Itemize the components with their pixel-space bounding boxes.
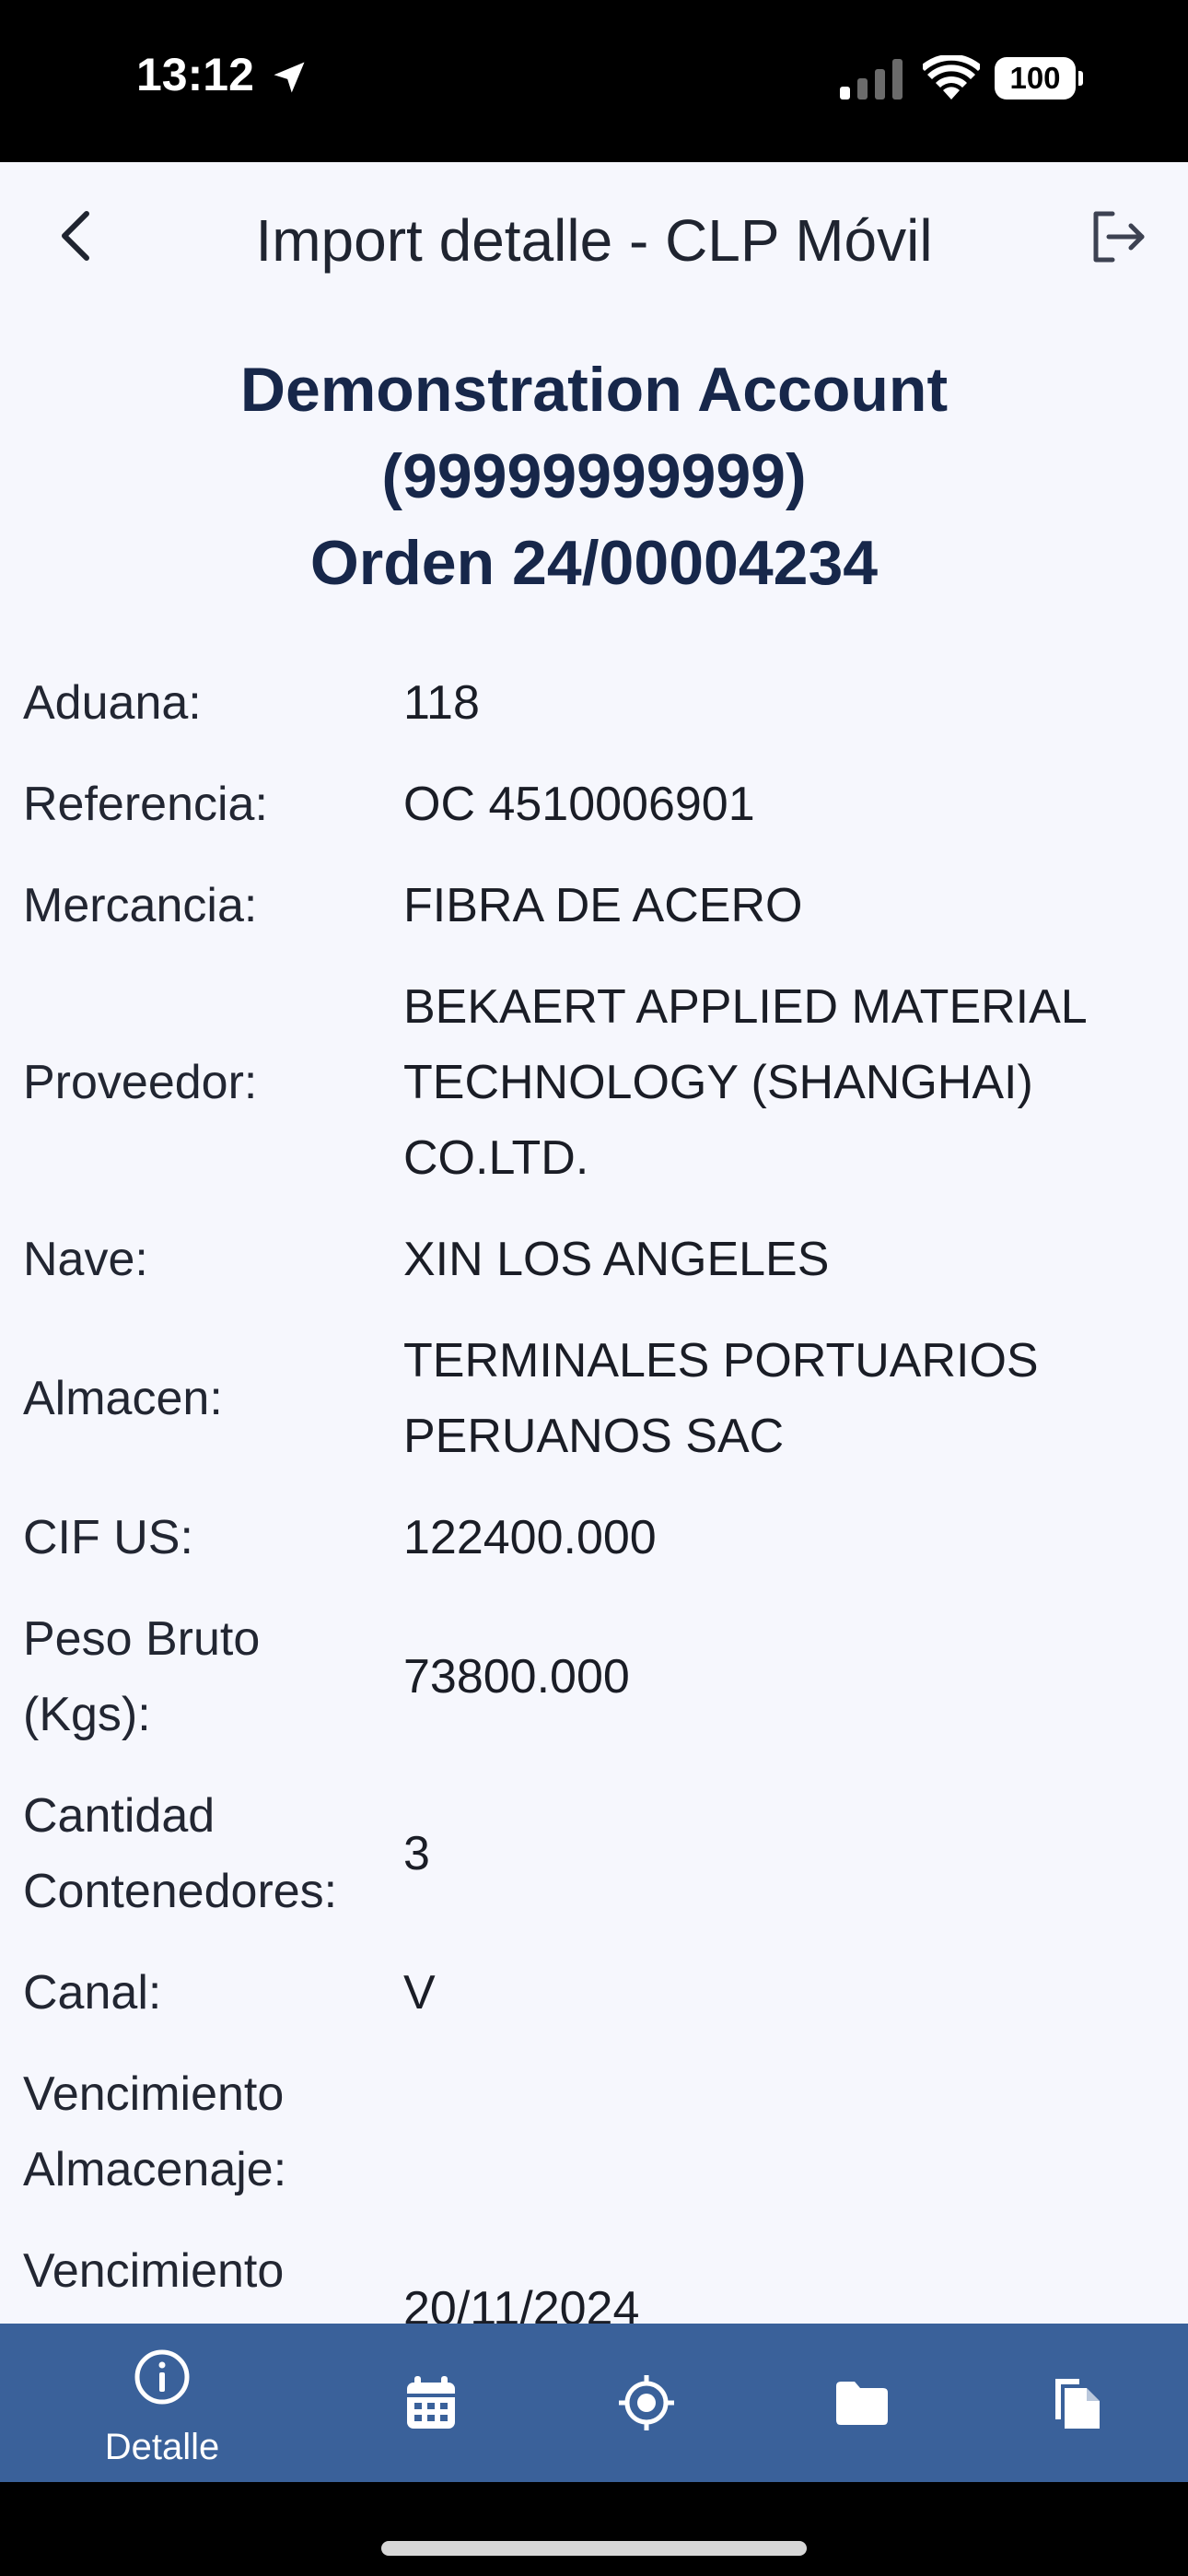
battery-indicator: 100 bbox=[995, 57, 1083, 100]
detail-value: FIBRA DE ACERO bbox=[403, 879, 803, 932]
detail-value: OC 4510006901 bbox=[403, 778, 755, 831]
status-time: 13:12 bbox=[136, 49, 254, 100]
detail-row-aduana: Aduana: 118 bbox=[0, 665, 1188, 741]
detail-value: 118 bbox=[403, 676, 480, 730]
detail-value: V bbox=[403, 1966, 436, 2020]
account-header: Demonstration Account (99999999999) Orde… bbox=[0, 346, 1188, 606]
nav-tab-label: Detalle bbox=[104, 2427, 220, 2467]
account-id: (99999999999) bbox=[381, 441, 807, 511]
detail-value: 20/11/2024 bbox=[403, 2282, 640, 2324]
detail-value: 3 bbox=[403, 1827, 430, 1880]
detail-row-nave: Nave: XIN LOS ANGELES bbox=[0, 1222, 1188, 1297]
detail-value: XIN LOS ANGELES bbox=[403, 1233, 830, 1286]
nav-tab-documents[interactable] bbox=[985, 2324, 1170, 2482]
detail-value: 122400.000 bbox=[403, 1511, 657, 1564]
nav-tab-calendar[interactable] bbox=[339, 2324, 523, 2482]
detail-row-cantidad-contenedores: Cantidad Contenedores: 3 bbox=[0, 1778, 1188, 1929]
detail-row-proveedor: Proveedor: BEKAERT APPLIED MATERIAL TECH… bbox=[0, 969, 1188, 1196]
detail-label: CIF US: bbox=[23, 1511, 193, 1564]
cellular-signal-icon bbox=[840, 59, 903, 100]
detail-row-mercancia: Mercancia: FIBRA DE ACERO bbox=[0, 868, 1188, 943]
detail-label: Vencimiento Almacenaje: bbox=[23, 2067, 287, 2196]
detail-row-vencimiento-almacenaje: Vencimiento Almacenaje: bbox=[0, 2056, 1188, 2207]
detail-label: Mercancia: bbox=[23, 879, 258, 932]
home-indicator-area bbox=[0, 2482, 1188, 2576]
nav-tab-detalle[interactable]: Detalle bbox=[70, 2324, 254, 2482]
folder-icon bbox=[836, 2382, 888, 2425]
app-header: Import detalle - CLP Móvil bbox=[0, 162, 1188, 324]
detail-label: Cantidad Contenedores: bbox=[23, 1789, 338, 1918]
detail-label: Peso Bruto (Kgs): bbox=[23, 1612, 261, 1741]
account-name: Demonstration Account bbox=[239, 355, 949, 425]
detail-label: Proveedor: bbox=[23, 1056, 258, 1109]
logout-icon[interactable] bbox=[1085, 205, 1149, 269]
screen-title: Import detalle - CLP Móvil bbox=[255, 207, 933, 274]
detail-label: Canal: bbox=[23, 1966, 162, 2020]
location-arrow-icon bbox=[274, 62, 305, 93]
bottom-navigation: Detalle bbox=[0, 2324, 1188, 2482]
nav-tab-folder[interactable] bbox=[770, 2324, 954, 2482]
battery-nub bbox=[1078, 71, 1083, 86]
detail-label: Nave: bbox=[23, 1233, 148, 1286]
detail-row-peso-bruto: Peso Bruto (Kgs): 73800.000 bbox=[0, 1601, 1188, 1752]
detail-row-canal: Canal: V bbox=[0, 1955, 1188, 2031]
detail-label: Vencimiento bbox=[23, 2244, 285, 2298]
detail-label: Aduana: bbox=[23, 676, 202, 730]
detail-value: 73800.000 bbox=[403, 1650, 630, 1704]
status-bar: 13:12 100 bbox=[0, 0, 1188, 162]
wifi-icon bbox=[923, 55, 980, 100]
battery-level: 100 bbox=[995, 57, 1076, 100]
order-number: Orden 24/00004234 bbox=[309, 528, 879, 598]
home-indicator[interactable] bbox=[381, 2541, 807, 2556]
calendar-icon bbox=[407, 2376, 455, 2429]
back-chevron-icon[interactable] bbox=[41, 199, 114, 273]
detail-label: Almacen: bbox=[23, 1372, 223, 1425]
location-target-icon bbox=[619, 2375, 674, 2430]
detail-value: BEKAERT APPLIED MATERIAL TECHNOLOGY (SHA… bbox=[403, 980, 1086, 1185]
detail-row-referencia: Referencia: OC 4510006901 bbox=[0, 767, 1188, 842]
app-content: Import detalle - CLP Móvil Demonstration… bbox=[0, 162, 1188, 2324]
detail-value: TERMINALES PORTUARIOS PERUANOS SAC bbox=[403, 1334, 1039, 1463]
detail-label: Referencia: bbox=[23, 778, 268, 831]
nav-tab-location[interactable] bbox=[554, 2324, 739, 2482]
detail-row-cif: CIF US: 122400.000 bbox=[0, 1500, 1188, 1575]
info-icon bbox=[134, 2349, 190, 2405]
detail-row-vencimiento: Vencimiento 20/11/2024 bbox=[0, 2233, 1188, 2324]
documents-icon bbox=[1055, 2379, 1100, 2429]
phone-screen: 13:12 100 Import detalle - CLP Móvil Dem… bbox=[0, 0, 1188, 2576]
detail-row-almacen: Almacen: TERMINALES PORTUARIOS PERUANOS … bbox=[0, 1323, 1188, 1474]
